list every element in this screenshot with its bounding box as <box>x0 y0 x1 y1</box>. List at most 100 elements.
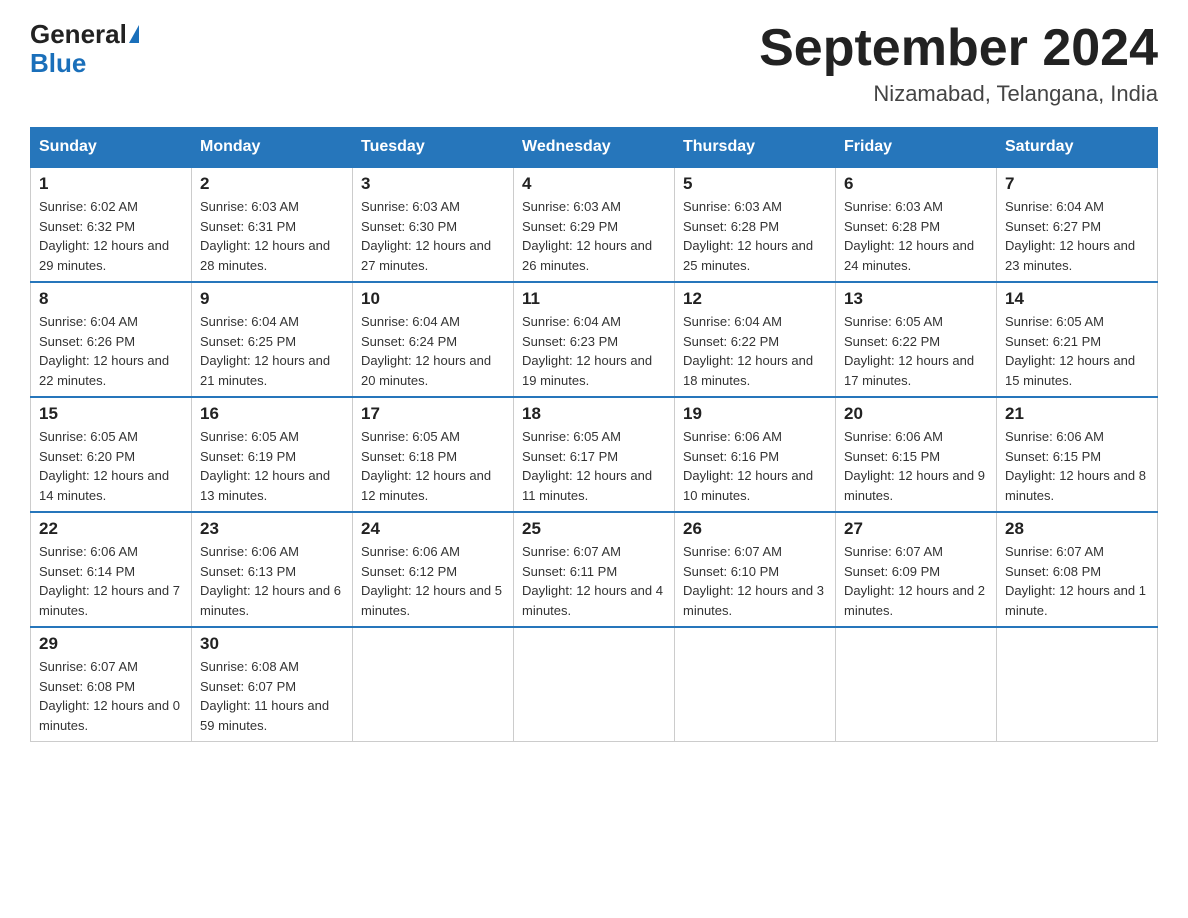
day-info: Sunrise: 6:06 AMSunset: 6:12 PMDaylight:… <box>361 542 505 620</box>
week-row-2: 8 Sunrise: 6:04 AMSunset: 6:26 PMDaylight… <box>31 282 1158 397</box>
day-cell <box>997 627 1158 742</box>
day-cell <box>353 627 514 742</box>
day-cell: 10 Sunrise: 6:04 AMSunset: 6:24 PMDayligh… <box>353 282 514 397</box>
day-info: Sunrise: 6:07 AMSunset: 6:11 PMDaylight:… <box>522 542 666 620</box>
day-info: Sunrise: 6:04 AMSunset: 6:27 PMDaylight:… <box>1005 197 1149 275</box>
day-info: Sunrise: 6:04 AMSunset: 6:22 PMDaylight:… <box>683 312 827 390</box>
day-number: 6 <box>844 174 988 194</box>
day-info: Sunrise: 6:06 AMSunset: 6:14 PMDaylight:… <box>39 542 183 620</box>
day-cell: 6 Sunrise: 6:03 AMSunset: 6:28 PMDaylight… <box>836 167 997 282</box>
day-cell: 26 Sunrise: 6:07 AMSunset: 6:10 PMDayligh… <box>675 512 836 627</box>
day-info: Sunrise: 6:05 AMSunset: 6:17 PMDaylight:… <box>522 427 666 505</box>
day-cell: 2Sunrise: 6:03 AMSunset: 6:31 PMDaylight… <box>192 167 353 282</box>
day-number: 24 <box>361 519 505 539</box>
day-number: 8 <box>39 289 183 309</box>
day-info: Sunrise: 6:03 AMSunset: 6:28 PMDaylight:… <box>844 197 988 275</box>
day-cell: 18 Sunrise: 6:05 AMSunset: 6:17 PMDayligh… <box>514 397 675 512</box>
day-number: 23 <box>200 519 344 539</box>
day-info: Sunrise: 6:06 AMSunset: 6:13 PMDaylight:… <box>200 542 344 620</box>
day-number: 7 <box>1005 174 1149 194</box>
day-cell: 29 Sunrise: 6:07 AMSunset: 6:08 PMDayligh… <box>31 627 192 742</box>
day-info: Sunrise: 6:02 AMSunset: 6:32 PMDaylight:… <box>39 197 183 275</box>
day-number: 27 <box>844 519 988 539</box>
day-number: 5 <box>683 174 827 194</box>
day-number: 15 <box>39 404 183 424</box>
day-number: 25 <box>522 519 666 539</box>
day-info: Sunrise: 6:03 AMSunset: 6:30 PMDaylight:… <box>361 197 505 275</box>
day-cell: 21 Sunrise: 6:06 AMSunset: 6:15 PMDayligh… <box>997 397 1158 512</box>
col-header-monday: Monday <box>192 128 353 168</box>
day-info: Sunrise: 6:04 AMSunset: 6:23 PMDaylight:… <box>522 312 666 390</box>
day-cell: 20Sunrise: 6:06 AMSunset: 6:15 PMDayligh… <box>836 397 997 512</box>
day-cell: 19Sunrise: 6:06 AMSunset: 6:16 PMDayligh… <box>675 397 836 512</box>
day-cell: 15 Sunrise: 6:05 AMSunset: 6:20 PMDayligh… <box>31 397 192 512</box>
day-number: 13 <box>844 289 988 309</box>
day-cell: 16 Sunrise: 6:05 AMSunset: 6:19 PMDayligh… <box>192 397 353 512</box>
day-cell: 23 Sunrise: 6:06 AMSunset: 6:13 PMDayligh… <box>192 512 353 627</box>
day-cell: 28 Sunrise: 6:07 AMSunset: 6:08 PMDayligh… <box>997 512 1158 627</box>
day-info: Sunrise: 6:05 AMSunset: 6:22 PMDaylight:… <box>844 312 988 390</box>
day-cell: 24 Sunrise: 6:06 AMSunset: 6:12 PMDayligh… <box>353 512 514 627</box>
day-number: 21 <box>1005 404 1149 424</box>
location-title: Nizamabad, Telangana, India <box>759 81 1158 107</box>
day-number: 18 <box>522 404 666 424</box>
day-cell: 1 Sunrise: 6:02 AMSunset: 6:32 PMDaylight… <box>31 167 192 282</box>
logo-triangle-icon <box>129 25 139 43</box>
week-row-5: 29 Sunrise: 6:07 AMSunset: 6:08 PMDayligh… <box>31 627 1158 742</box>
col-header-wednesday: Wednesday <box>514 128 675 168</box>
day-number: 1 <box>39 174 183 194</box>
day-info: Sunrise: 6:07 AMSunset: 6:08 PMDaylight:… <box>39 657 183 735</box>
logo: General Blue <box>30 20 139 77</box>
day-cell: 25 Sunrise: 6:07 AMSunset: 6:11 PMDayligh… <box>514 512 675 627</box>
title-section: September 2024 Nizamabad, Telangana, Ind… <box>759 20 1158 107</box>
calendar-table: SundayMondayTuesdayWednesdayThursdayFrid… <box>30 127 1158 742</box>
day-number: 11 <box>522 289 666 309</box>
day-info: Sunrise: 6:07 AMSunset: 6:10 PMDaylight:… <box>683 542 827 620</box>
col-header-thursday: Thursday <box>675 128 836 168</box>
day-cell: 14Sunrise: 6:05 AMSunset: 6:21 PMDayligh… <box>997 282 1158 397</box>
day-number: 20 <box>844 404 988 424</box>
day-info: Sunrise: 6:04 AMSunset: 6:26 PMDaylight:… <box>39 312 183 390</box>
day-number: 17 <box>361 404 505 424</box>
day-cell: 3 Sunrise: 6:03 AMSunset: 6:30 PMDaylight… <box>353 167 514 282</box>
week-row-1: 1 Sunrise: 6:02 AMSunset: 6:32 PMDaylight… <box>31 167 1158 282</box>
logo-general-text: General <box>30 20 127 49</box>
col-header-saturday: Saturday <box>997 128 1158 168</box>
day-number: 30 <box>200 634 344 654</box>
day-cell: 11 Sunrise: 6:04 AMSunset: 6:23 PMDayligh… <box>514 282 675 397</box>
day-info: Sunrise: 6:05 AMSunset: 6:19 PMDaylight:… <box>200 427 344 505</box>
month-title: September 2024 <box>759 20 1158 77</box>
day-cell: 22 Sunrise: 6:06 AMSunset: 6:14 PMDayligh… <box>31 512 192 627</box>
day-number: 29 <box>39 634 183 654</box>
day-info: Sunrise: 6:07 AMSunset: 6:08 PMDaylight:… <box>1005 542 1149 620</box>
day-info: Sunrise: 6:03 AMSunset: 6:29 PMDaylight:… <box>522 197 666 275</box>
day-cell: 27 Sunrise: 6:07 AMSunset: 6:09 PMDayligh… <box>836 512 997 627</box>
day-info: Sunrise: 6:04 AMSunset: 6:24 PMDaylight:… <box>361 312 505 390</box>
day-number: 16 <box>200 404 344 424</box>
day-info: Sunrise: 6:03 AMSunset: 6:31 PMDaylight:… <box>200 197 344 275</box>
day-number: 26 <box>683 519 827 539</box>
day-info: Sunrise: 6:07 AMSunset: 6:09 PMDaylight:… <box>844 542 988 620</box>
day-cell <box>514 627 675 742</box>
day-cell: 8 Sunrise: 6:04 AMSunset: 6:26 PMDaylight… <box>31 282 192 397</box>
page-header: General Blue September 2024 Nizamabad, T… <box>30 20 1158 107</box>
day-cell: 30Sunrise: 6:08 AMSunset: 6:07 PMDayligh… <box>192 627 353 742</box>
day-cell: 13 Sunrise: 6:05 AMSunset: 6:22 PMDayligh… <box>836 282 997 397</box>
day-cell: 17Sunrise: 6:05 AMSunset: 6:18 PMDayligh… <box>353 397 514 512</box>
day-cell: 9Sunrise: 6:04 AMSunset: 6:25 PMDaylight… <box>192 282 353 397</box>
day-info: Sunrise: 6:06 AMSunset: 6:16 PMDaylight:… <box>683 427 827 505</box>
day-number: 10 <box>361 289 505 309</box>
day-number: 22 <box>39 519 183 539</box>
day-number: 4 <box>522 174 666 194</box>
day-number: 28 <box>1005 519 1149 539</box>
logo-blue-text: Blue <box>30 48 86 78</box>
day-info: Sunrise: 6:05 AMSunset: 6:20 PMDaylight:… <box>39 427 183 505</box>
col-header-sunday: Sunday <box>31 128 192 168</box>
col-header-friday: Friday <box>836 128 997 168</box>
day-info: Sunrise: 6:04 AMSunset: 6:25 PMDaylight:… <box>200 312 344 390</box>
day-number: 3 <box>361 174 505 194</box>
day-cell: 5 Sunrise: 6:03 AMSunset: 6:28 PMDaylight… <box>675 167 836 282</box>
day-cell: 4 Sunrise: 6:03 AMSunset: 6:29 PMDaylight… <box>514 167 675 282</box>
day-info: Sunrise: 6:06 AMSunset: 6:15 PMDaylight:… <box>1005 427 1149 505</box>
day-info: Sunrise: 6:03 AMSunset: 6:28 PMDaylight:… <box>683 197 827 275</box>
